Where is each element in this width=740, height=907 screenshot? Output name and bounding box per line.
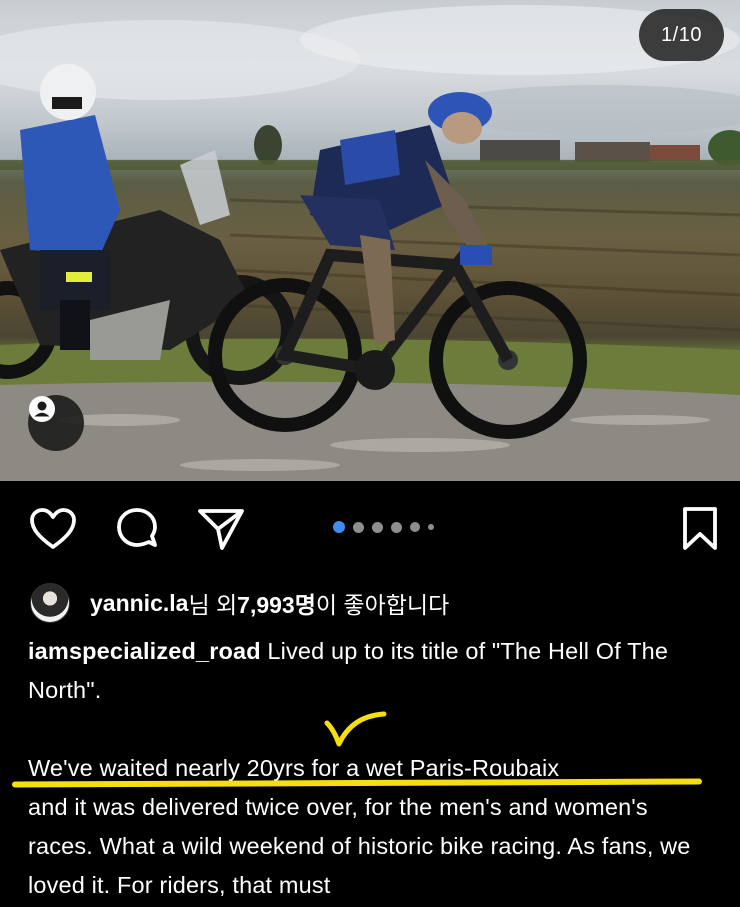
- save-button[interactable]: [674, 503, 726, 555]
- carousel-dot: [333, 521, 345, 533]
- carousel-dot: [353, 521, 364, 533]
- share-button[interactable]: [195, 503, 247, 555]
- liker-avatar[interactable]: [30, 583, 70, 623]
- instagram-post: 1/10 yannic.la 님 외 7,993명 이 좋아합니다 iamspe…: [0, 0, 740, 907]
- like-button[interactable]: [27, 503, 79, 555]
- cycling-scene-illustration: [0, 5, 740, 481]
- liker-username[interactable]: yannic.la: [90, 590, 188, 617]
- carousel-indicator: [333, 519, 434, 535]
- likes-summary[interactable]: yannic.la 님 외 7,993명 이 좋아합니다: [30, 583, 449, 623]
- send-icon: [198, 509, 244, 550]
- comment-icon: [117, 508, 157, 547]
- heart-icon: [30, 508, 76, 549]
- carousel-dot: [410, 522, 420, 532]
- carousel-dot: [372, 521, 383, 533]
- carousel-page-counter: 1/10: [639, 9, 724, 61]
- carousel-dot: [428, 524, 434, 530]
- caption-paragraph-1: iamspecialized_road Lived up to its titl…: [28, 632, 718, 710]
- caption-text-2: and it was delivered twice over, for the…: [28, 794, 691, 898]
- carousel-dot: [391, 521, 402, 533]
- likes-mid-text: 님 외: [188, 592, 238, 618]
- likes-count[interactable]: 7,993명: [237, 586, 316, 620]
- caption-paragraph-2: We've waited nearly 20yrs for a wet Pari…: [28, 749, 718, 905]
- person-tag-button[interactable]: [28, 395, 84, 451]
- caption-username[interactable]: iamspecialized_road: [28, 638, 261, 664]
- likes-tail-text: 이 좋아합니다: [315, 592, 450, 618]
- checkmark-annotation-icon: [324, 711, 387, 747]
- post-caption: iamspecialized_road Lived up to its titl…: [28, 632, 718, 905]
- post-photo[interactable]: 1/10: [0, 0, 740, 481]
- person-tag-icon: [29, 396, 55, 422]
- comment-button[interactable]: [111, 503, 163, 555]
- bookmark-icon: [683, 507, 717, 550]
